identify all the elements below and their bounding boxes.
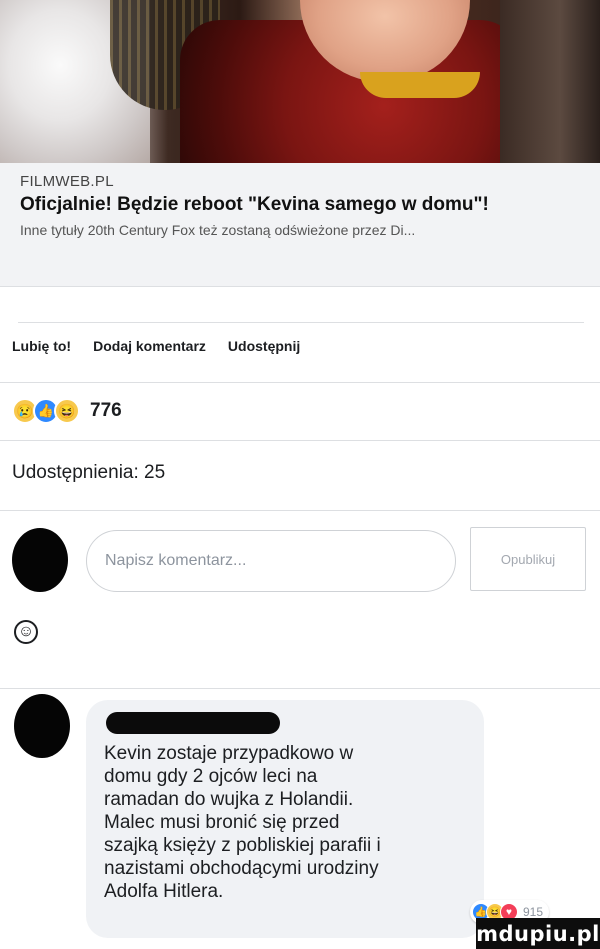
add-comment-button[interactable]: Dodaj komentarz bbox=[93, 338, 206, 354]
reactions-divider bbox=[0, 440, 600, 441]
laughing-face-icon: 😆 bbox=[54, 398, 80, 424]
link-domain: FILMWEB.PL bbox=[20, 173, 114, 190]
shares-divider bbox=[0, 510, 600, 511]
current-user-avatar[interactable] bbox=[12, 528, 68, 592]
link-preview-image[interactable] bbox=[0, 0, 600, 163]
collar-graphic bbox=[360, 72, 480, 98]
site-watermark: mdupiu.pl bbox=[476, 918, 600, 949]
post-actions-bar: Lubię to! Dodaj komentarz Udostępnij bbox=[12, 338, 300, 354]
shares-count[interactable]: Udostępnienia: 25 bbox=[12, 462, 165, 484]
like-button[interactable]: Lubię to! bbox=[12, 338, 71, 354]
link-title[interactable]: Oficjalnie! Będzie reboot "Kevina samego… bbox=[20, 194, 580, 216]
link-description: Inne tytuły 20th Century Fox też zostaną… bbox=[20, 222, 416, 238]
share-button[interactable]: Udostępnij bbox=[228, 338, 300, 354]
actions-bottom-divider bbox=[0, 382, 600, 383]
reaction-count: 776 bbox=[90, 400, 122, 421]
emoji-picker-icon[interactable]: ☺ bbox=[14, 620, 38, 644]
comment-bubble: Kevin zostaje przypadkowo w domu gdy 2 o… bbox=[86, 700, 484, 938]
publish-button[interactable]: Opublikuj bbox=[470, 527, 586, 591]
actions-top-divider bbox=[18, 322, 584, 323]
link-preview-meta[interactable]: FILMWEB.PL Oficjalnie! Będzie reboot "Ke… bbox=[0, 163, 600, 287]
comment-reaction-count: 915 bbox=[523, 905, 544, 919]
background-graphic bbox=[500, 0, 600, 163]
redacted-author-name[interactable] bbox=[106, 712, 280, 734]
comment-input-wrapper[interactable] bbox=[86, 530, 456, 592]
comment-text: Kevin zostaje przypadkowo w domu gdy 2 o… bbox=[104, 743, 381, 902]
commenter-avatar[interactable] bbox=[14, 694, 70, 758]
comment-input[interactable] bbox=[105, 552, 437, 570]
reactions-summary[interactable]: 😢 👍 😆 776 bbox=[12, 398, 122, 424]
composer-divider bbox=[0, 688, 600, 689]
